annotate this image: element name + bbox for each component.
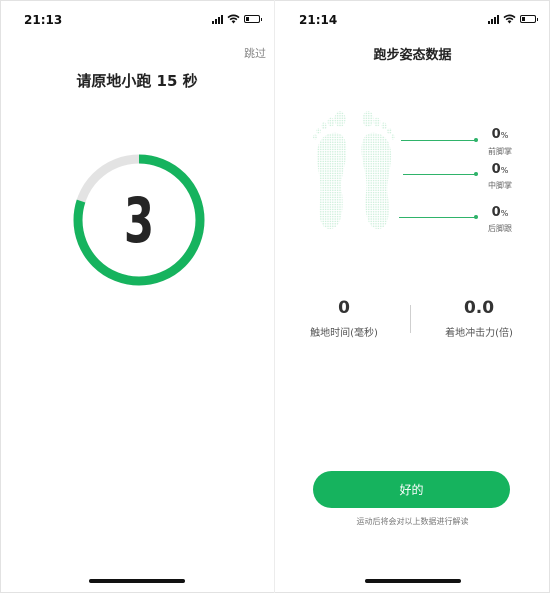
forefoot-label: 前脚掌 [488, 147, 512, 156]
contact-time-value: 0 [338, 298, 350, 318]
home-indicator [89, 579, 185, 583]
heel-pointer-dot [474, 215, 478, 219]
midfoot-label: 中脚掌 [488, 181, 512, 190]
status-time: 21:13 [24, 13, 63, 27]
heel-value: 0% [491, 205, 509, 220]
midfoot-pointer-line [403, 174, 475, 175]
countdown-title: 请原地小跑 15 秒 [76, 72, 198, 90]
forefoot-value: 0% [491, 127, 509, 142]
wifi-icon [503, 14, 516, 24]
wifi-icon [227, 14, 240, 24]
gait-data-screen: 21:14 跑步姿态数据 0% 前脚掌 0% 中脚掌 0% 后脚跟 0 触地时间… [275, 0, 550, 593]
countdown-screen: 21:13 跳过 请原地小跑 15 秒 3 [0, 0, 274, 593]
home-indicator [364, 579, 461, 583]
status-icons [488, 14, 538, 24]
footprints-icon [313, 111, 395, 229]
skip-button[interactable]: 跳过 [244, 45, 266, 61]
signal-icon [212, 14, 223, 24]
forefoot-pointer-dot [474, 138, 478, 142]
signal-icon [488, 14, 499, 24]
status-bar: 21:14 [275, 0, 550, 44]
forefoot-pointer-line [401, 140, 475, 141]
heel-label: 后脚跟 [488, 224, 512, 233]
stats-divider [410, 305, 411, 333]
battery-icon [244, 15, 262, 23]
heel-pointer-line [399, 217, 475, 218]
status-icons [212, 14, 262, 24]
ok-button[interactable]: 好的 [313, 471, 510, 508]
countdown-number: 3 [123, 183, 155, 257]
battery-icon [520, 15, 538, 23]
impact-force-stat: 0.0 着地冲击力(倍) [419, 298, 539, 339]
status-bar: 21:13 [0, 0, 274, 44]
page-title: 跑步姿态数据 [373, 48, 452, 63]
impact-force-label: 着地冲击力(倍) [445, 328, 513, 339]
midfoot-pointer-dot [474, 172, 478, 176]
midfoot-value: 0% [491, 162, 509, 177]
contact-time-stat: 0 触地时间(毫秒) [284, 298, 404, 339]
contact-time-label: 触地时间(毫秒) [310, 328, 378, 339]
interpretation-note: 运动后将会对以上数据进行解读 [356, 517, 469, 526]
impact-force-value: 0.0 [463, 298, 495, 318]
status-time: 21:14 [299, 13, 338, 27]
